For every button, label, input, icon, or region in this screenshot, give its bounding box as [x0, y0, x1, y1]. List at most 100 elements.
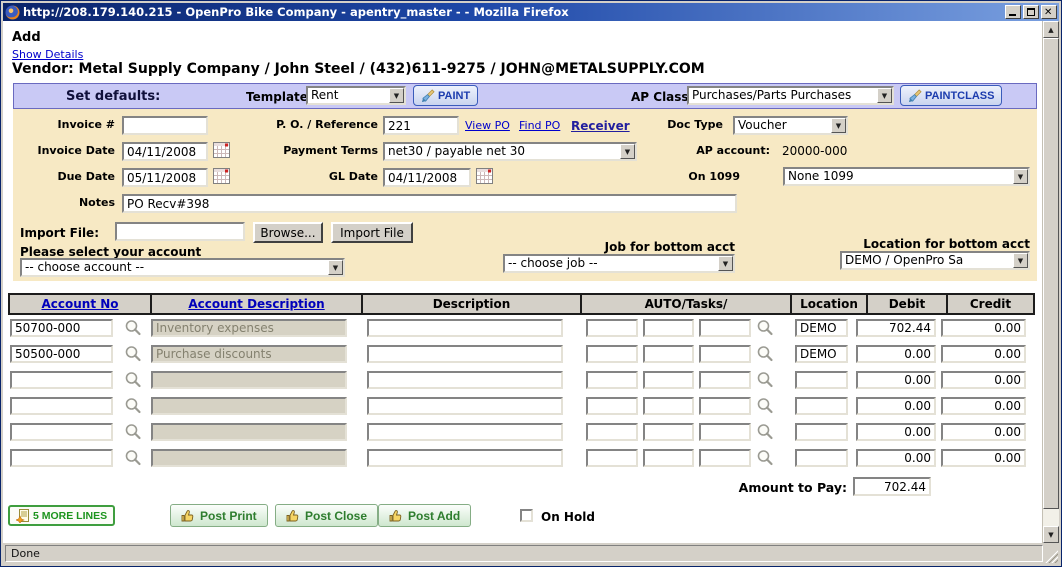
account-no-input[interactable]	[10, 423, 113, 441]
on-1099-select[interactable]: None 1099 ▼	[783, 167, 1030, 186]
auto-input-3[interactable]	[699, 423, 751, 441]
paintclass-button[interactable]: PAINTCLASS	[900, 85, 1002, 106]
description-input[interactable]	[367, 345, 563, 363]
view-po-link[interactable]: View PO	[465, 119, 510, 132]
location-input[interactable]	[795, 345, 848, 363]
ap-account-value: 20000-000	[782, 144, 847, 158]
debit-input[interactable]	[856, 449, 936, 467]
account-select[interactable]: -- choose account -- ▼	[20, 258, 345, 277]
debit-input[interactable]	[856, 423, 936, 441]
close-button[interactable]: ✕	[1041, 5, 1057, 19]
location-select[interactable]: DEMO / OpenPro Sa ▼	[840, 251, 1030, 270]
task-search-icon[interactable]	[755, 396, 775, 416]
auto-input-3[interactable]	[699, 371, 751, 389]
find-po-link[interactable]: Find PO	[519, 119, 560, 132]
on-hold-checkbox[interactable]	[520, 509, 533, 522]
paint-button[interactable]: PAINT	[413, 85, 478, 106]
account-no-input[interactable]	[10, 345, 113, 363]
auto-input-1[interactable]	[586, 449, 638, 467]
post-print-button[interactable]: Post Print	[170, 504, 268, 527]
description-input[interactable]	[367, 397, 563, 415]
show-details-link[interactable]: Show Details	[12, 48, 83, 61]
ap-class-select[interactable]: Purchases/Parts Purchases ▼	[687, 86, 894, 105]
task-search-icon[interactable]	[755, 344, 775, 364]
task-search-icon[interactable]	[755, 422, 775, 442]
invoice-date-input[interactable]	[122, 142, 208, 161]
debit-input[interactable]	[856, 397, 936, 415]
location-input[interactable]	[795, 371, 848, 389]
account-no-input[interactable]	[10, 449, 113, 467]
account-search-icon[interactable]	[123, 318, 143, 338]
doc-type-select[interactable]: Voucher ▼	[733, 116, 848, 135]
account-search-icon[interactable]	[123, 396, 143, 416]
debit-input[interactable]	[856, 319, 936, 337]
more-lines-button[interactable]: 5 MORE LINES	[8, 505, 115, 526]
auto-input-1[interactable]	[586, 319, 638, 337]
task-search-icon[interactable]	[755, 448, 775, 468]
task-search-icon[interactable]	[755, 318, 775, 338]
amount-to-pay-input[interactable]	[853, 477, 931, 496]
account-no-input[interactable]	[10, 371, 113, 389]
auto-input-3[interactable]	[699, 345, 751, 363]
debit-input[interactable]	[856, 345, 936, 363]
credit-input[interactable]	[941, 397, 1026, 415]
po-reference-input[interactable]	[383, 116, 459, 135]
post-close-button[interactable]: Post Close	[275, 504, 378, 527]
invoice-no-input[interactable]	[122, 116, 208, 135]
account-no-input[interactable]	[10, 397, 113, 415]
auto-input-2[interactable]	[643, 449, 694, 467]
resize-grip-icon[interactable]	[1045, 550, 1058, 563]
location-input[interactable]	[795, 319, 848, 337]
auto-input-1[interactable]	[586, 345, 638, 363]
auto-input-1[interactable]	[586, 371, 638, 389]
account-search-icon[interactable]	[123, 448, 143, 468]
import-file-input[interactable]	[115, 222, 245, 241]
credit-input[interactable]	[941, 371, 1026, 389]
account-no-input[interactable]	[10, 319, 113, 337]
auto-input-2[interactable]	[643, 345, 694, 363]
debit-input[interactable]	[856, 371, 936, 389]
description-input[interactable]	[367, 449, 563, 467]
maximize-button[interactable]	[1023, 5, 1039, 19]
auto-input-3[interactable]	[699, 319, 751, 337]
auto-input-2[interactable]	[643, 371, 694, 389]
location-input[interactable]	[795, 397, 848, 415]
account-search-icon[interactable]	[123, 370, 143, 390]
post-add-button[interactable]: Post Add	[378, 504, 471, 527]
calendar-icon[interactable]	[476, 168, 493, 184]
browse-button[interactable]: Browse...	[253, 222, 323, 243]
auto-input-2[interactable]	[643, 319, 694, 337]
credit-input[interactable]	[941, 449, 1026, 467]
location-input[interactable]	[795, 423, 848, 441]
auto-input-2[interactable]	[643, 397, 694, 415]
payment-terms-select[interactable]: net30 / payable net 30 ▼	[383, 142, 637, 161]
credit-input[interactable]	[941, 423, 1026, 441]
minimize-button[interactable]	[1005, 5, 1021, 19]
import-file-button[interactable]: Import File	[331, 222, 413, 243]
notes-input[interactable]	[122, 194, 737, 213]
auto-input-3[interactable]	[699, 449, 751, 467]
auto-input-2[interactable]	[643, 423, 694, 441]
auto-input-1[interactable]	[586, 397, 638, 415]
scroll-up-icon[interactable]: ▲	[1043, 21, 1059, 38]
template-select[interactable]: Rent ▼	[306, 86, 406, 105]
description-input[interactable]	[367, 423, 563, 441]
account-search-icon[interactable]	[123, 344, 143, 364]
description-input[interactable]	[367, 319, 563, 337]
account-no-header[interactable]: Account No	[41, 297, 118, 311]
auto-input-1[interactable]	[586, 423, 638, 441]
task-search-icon[interactable]	[755, 370, 775, 390]
location-input[interactable]	[795, 449, 848, 467]
account-description-header[interactable]: Account Description	[188, 297, 324, 311]
description-input[interactable]	[367, 371, 563, 389]
vertical-scrollbar[interactable]: ▲ ▼	[1042, 21, 1059, 543]
credit-input[interactable]	[941, 319, 1026, 337]
scroll-down-icon[interactable]: ▼	[1043, 526, 1059, 543]
auto-input-3[interactable]	[699, 397, 751, 415]
credit-input[interactable]	[941, 345, 1026, 363]
job-select[interactable]: -- choose job -- ▼	[503, 254, 735, 273]
due-date-input[interactable]	[122, 168, 208, 187]
account-search-icon[interactable]	[123, 422, 143, 442]
scrollbar-thumb[interactable]	[1043, 38, 1059, 509]
gl-date-input[interactable]	[383, 168, 471, 187]
